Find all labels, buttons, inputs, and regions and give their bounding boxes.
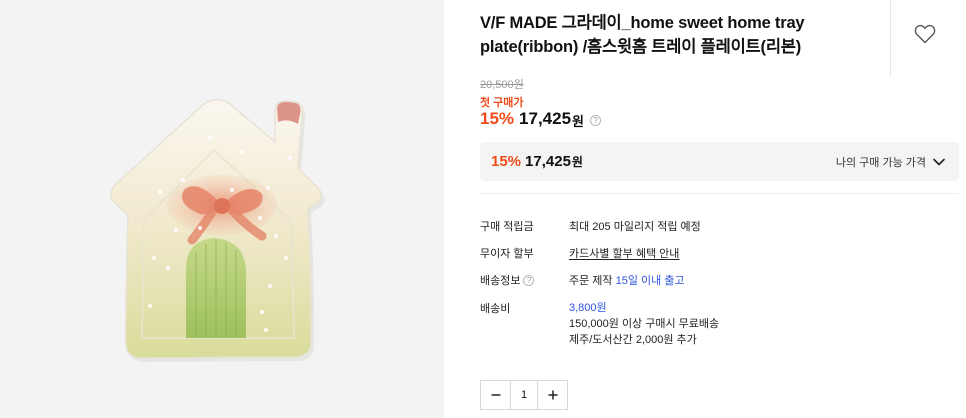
points-value: 최대 205 마일리지 적립 예정 — [569, 221, 701, 233]
shipping-fee-note-free: 150,000원 이상 구매시 무료배송 — [569, 318, 720, 330]
chevron-down-icon — [933, 158, 945, 166]
question-circle-icon[interactable]: ? — [590, 115, 601, 126]
product-image-pane[interactable] — [0, 0, 444, 418]
product-title: V/F MADE 그라데이_home sweet home tray plate… — [480, 14, 805, 56]
wishlist-button[interactable] — [913, 22, 937, 46]
sale-price: 17,425 — [519, 109, 572, 128]
heart-outline-icon — [914, 24, 936, 44]
my-currency-unit: 원 — [571, 155, 583, 169]
original-price: 20,500원 — [480, 79, 524, 91]
shipping-fee-note-island: 제주/도서산간 2,000원 추가 — [569, 334, 697, 346]
my-discount-percent: 15% — [491, 152, 522, 170]
my-price-toggle[interactable]: 나의 구매 가능 가격 — [836, 154, 946, 170]
shipping-info-value: 주문 제작 15일 이내 출고 — [569, 272, 685, 288]
my-sale-price: 17,425 — [525, 152, 571, 170]
shipping-fee-value: 3,800원 — [569, 302, 607, 314]
plus-icon — [548, 390, 557, 400]
shipping-info-label: 배송정보 — [480, 275, 521, 287]
my-price-toggle-label: 나의 구매 가능 가격 — [835, 157, 926, 169]
shipping-info-label-wrap: 배송정보 ? — [480, 272, 570, 288]
question-circle-icon[interactable]: ? — [523, 274, 535, 286]
quantity-stepper: 1 — [480, 380, 568, 410]
my-price-value: 15% 17,425 원 — [491, 152, 583, 170]
shipping-fee-details: 3,800원 150,000원 이상 구매시 무료배송 제주/도서산간 2,00… — [569, 300, 719, 348]
shipping-fee-label: 배송비 — [480, 303, 511, 315]
decrease-button[interactable] — [481, 381, 510, 409]
title-divider — [890, 0, 891, 76]
installment-link[interactable]: 카드사별 할부 혜택 안내 — [569, 245, 679, 261]
my-price-dropdown[interactable]: 15% 17,425 원 나의 구매 가능 가격 — [480, 142, 959, 181]
shipping-info-highlight: 15일 이내 출고 — [615, 275, 685, 287]
increase-button[interactable] — [538, 381, 567, 409]
installment-label: 무이자 할부 — [480, 248, 534, 260]
section-divider — [480, 193, 959, 194]
product-info-panel: V/F MADE 그라데이_home sweet home tray plate… — [480, 0, 966, 418]
minus-icon — [491, 394, 500, 396]
quantity-value[interactable]: 1 — [510, 381, 538, 409]
shipping-info-prefix: 주문 제작 — [569, 275, 613, 287]
product-image — [110, 99, 325, 362]
points-label: 구매 적립금 — [480, 221, 534, 233]
currency-unit: 원 — [572, 113, 584, 129]
first-purchase-price: 15% 17,425 원 ? — [480, 108, 601, 130]
discount-percent: 15% — [480, 109, 515, 128]
